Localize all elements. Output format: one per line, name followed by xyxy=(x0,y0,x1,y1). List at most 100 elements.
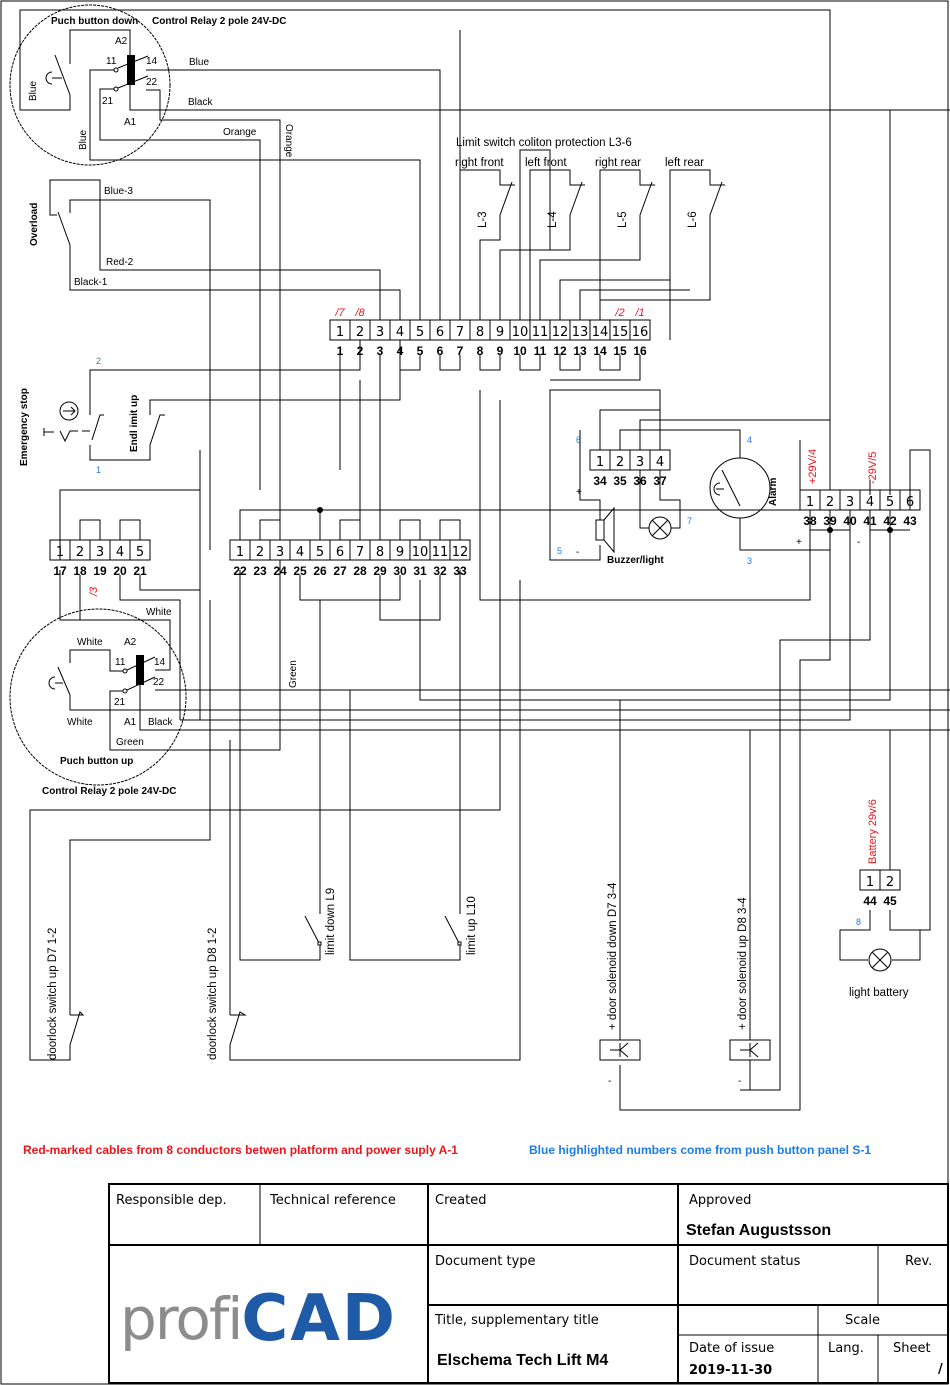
power-terminal-cell-label: 1 xyxy=(806,495,814,510)
responsible-dep-label: Responsible dep. xyxy=(116,1193,227,1208)
limit-switch-id: L-4 xyxy=(547,211,559,228)
power-terminal-cell-label: 5 xyxy=(886,495,894,510)
overload-switch: Overload Blue-3 Red-2 Black-1 xyxy=(29,179,401,550)
mid-terminal-cell-label: 8 xyxy=(376,545,384,560)
power-terminal-cell-label: 4 xyxy=(866,495,874,510)
top-terminal-cell-label: 9 xyxy=(496,325,504,340)
svg-text:+: + xyxy=(796,537,802,548)
svg-text:21: 21 xyxy=(114,697,126,708)
power-terminal-cell-label: 2 xyxy=(826,495,834,510)
svg-text:8: 8 xyxy=(856,917,861,927)
limit-up-label: limit up L10 xyxy=(466,896,478,955)
top-terminal-cell-label: 6 xyxy=(436,325,444,340)
limit-switch-title: Limit switch coliton protection L3-6 xyxy=(456,137,632,149)
limit-switch-contact xyxy=(639,181,653,216)
note-blue: Blue highlighted numbers come from push … xyxy=(529,1143,872,1157)
overload-label: Overload xyxy=(29,203,40,246)
red-mark-3: /3 xyxy=(88,586,100,597)
svg-text:White: White xyxy=(67,717,93,728)
mid-terminal-cell-label: 9 xyxy=(396,545,404,560)
svg-text:14: 14 xyxy=(146,56,158,67)
solenoid-down-label: + door solenoid down D7 3-4 xyxy=(607,882,619,1030)
buzzer-terminal-cell-label: 2 xyxy=(616,455,624,470)
left-terminal-terminal-number: 19 xyxy=(93,564,107,578)
mid-terminal-terminal-number: 23 xyxy=(253,564,267,578)
wire-top-loop xyxy=(19,9,831,495)
limit-switch-position: left rear xyxy=(665,157,704,169)
svg-text:Orange: Orange xyxy=(283,124,294,158)
battery-terminal-cell-label: 2 xyxy=(886,875,894,890)
red-mark: /1 xyxy=(634,307,644,319)
end-limit-label: Endl imit up xyxy=(129,395,140,452)
svg-text:-: - xyxy=(608,1076,611,1087)
push-button-down-label: Puch button down xyxy=(51,16,138,27)
limit-switch-contact xyxy=(709,181,723,216)
mid-terminal-terminal-number: 27 xyxy=(333,564,347,578)
svg-text:21: 21 xyxy=(102,96,114,107)
mid-terminal-cell-label: 2 xyxy=(256,545,264,560)
logo-profi: profi xyxy=(120,1285,243,1353)
sheet-label: Sheet xyxy=(893,1341,931,1356)
top-terminal-cell-label: 4 xyxy=(396,325,404,340)
mid-terminal-terminal-number: 26 xyxy=(313,564,327,578)
battery-terminal-terminal-number: 44 xyxy=(863,894,877,908)
top-terminal-cell-label: 14 xyxy=(592,325,609,340)
limit-switch-position: right front xyxy=(455,157,504,169)
title-label: Title, supplementary title xyxy=(435,1313,599,1328)
buzzer-light-block: 134235336437 Buzzer/light + - 6 5 7 4 3 … xyxy=(549,389,831,566)
svg-text:+: + xyxy=(576,487,582,498)
svg-text:-: - xyxy=(857,537,860,548)
limit-switch-position: right rear xyxy=(595,157,641,169)
mid-terminal-cell-label: 12 xyxy=(452,545,469,560)
svg-text:-: - xyxy=(738,1076,741,1087)
control-relay-label-bottom: Control Relay 2 pole 24V-DC xyxy=(42,786,176,797)
red-mark: /8 xyxy=(354,307,365,319)
document-status-label: Document status xyxy=(689,1254,801,1269)
document-type-label: Document type xyxy=(435,1254,536,1269)
alarm-icon xyxy=(709,457,771,519)
mid-terminal-cell-label: 4 xyxy=(296,545,304,560)
logo-cad: CAD xyxy=(241,1282,398,1356)
svg-text:Green: Green xyxy=(116,737,144,748)
limit-switch-id: L-5 xyxy=(617,211,629,228)
top-terminal-cell-label: 3 xyxy=(376,325,384,340)
approved-label: Approved xyxy=(689,1193,752,1208)
svg-text:Black: Black xyxy=(188,97,213,108)
proficad-logo: profi CAD xyxy=(120,1282,398,1356)
top-terminal-cell-label: 11 xyxy=(532,325,549,340)
doorlock-d7-label: doorlock switch up D7 1-2 xyxy=(47,928,59,1060)
solenoid-up-label: + door solenoid up D8 3-4 xyxy=(737,897,749,1030)
emergency-stop-label: Emergency stop xyxy=(19,388,30,466)
mid-terminal-cell-label: 10 xyxy=(412,545,429,560)
svg-text:Blue: Blue xyxy=(78,130,89,150)
page-border xyxy=(0,0,949,1385)
doorlock-d8-label: doorlock switch up D8 1-2 xyxy=(207,928,219,1060)
left-terminal-cell-label: 5 xyxy=(136,545,144,560)
mid-terminal-terminal-number: 24 xyxy=(273,564,287,578)
top-terminal-cell-label: 12 xyxy=(552,325,569,340)
mid-terminal-cell-label: 11 xyxy=(432,545,449,560)
svg-text:Blue-3: Blue-3 xyxy=(104,186,133,197)
buzzer-terminal-cell-label: 1 xyxy=(596,455,604,470)
mid-terminal-cell-label: 6 xyxy=(336,545,344,560)
svg-text:4: 4 xyxy=(747,435,752,445)
top-terminal-cell-label: 2 xyxy=(356,325,364,340)
svg-text:22: 22 xyxy=(153,677,165,688)
svg-text:Battery 29v/6: Battery 29v/6 xyxy=(867,799,879,864)
mid-terminal-terminal-number: 31 xyxy=(413,564,427,578)
svg-text:White: White xyxy=(146,607,172,618)
mid-terminal-terminal-number: 28 xyxy=(353,564,367,578)
mid-terminal-cell-label: 3 xyxy=(276,545,284,560)
mid-terminal-cell-label: 1 xyxy=(236,545,244,560)
top-terminal-cell-label: 10 xyxy=(512,325,529,340)
svg-text:A1: A1 xyxy=(124,717,137,728)
left-terminal-cell-label: 3 xyxy=(96,545,104,560)
relay-coil xyxy=(136,655,144,685)
technical-reference-label: Technical reference xyxy=(270,1193,396,1208)
limit-down-label: limit down L9 xyxy=(325,888,337,955)
top-terminal-cell-label: 16 xyxy=(632,325,649,340)
relay-coil xyxy=(127,55,135,85)
svg-text:-29V/5: -29V/5 xyxy=(867,452,879,484)
svg-text:2: 2 xyxy=(96,356,101,366)
limit-switch-group: Limit switch coliton protection L3-6 rig… xyxy=(455,137,725,340)
